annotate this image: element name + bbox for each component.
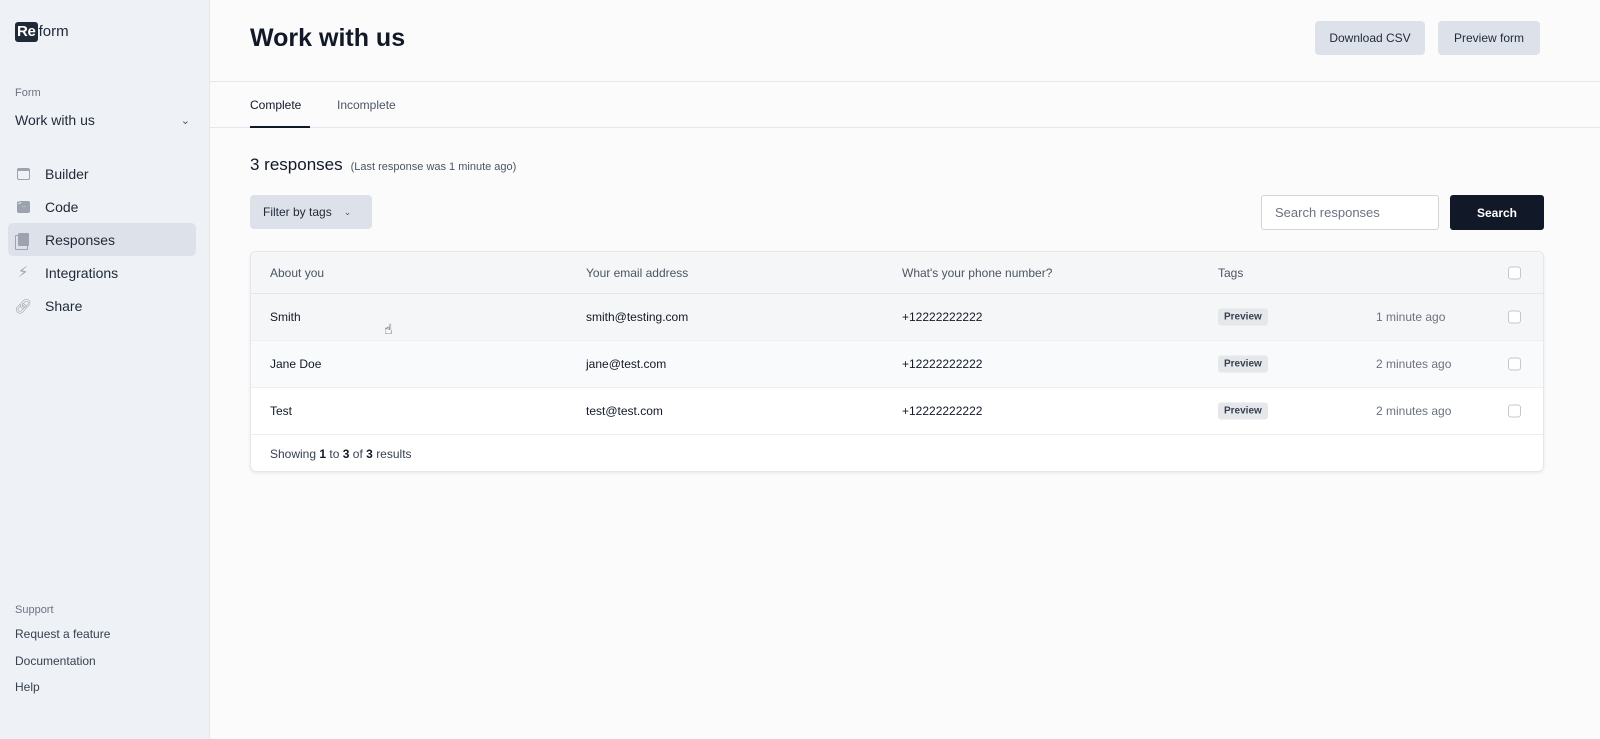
page-title: Work with us — [250, 24, 406, 52]
cell-time: 2 minutes ago — [1376, 404, 1452, 418]
download-csv-button[interactable]: Download CSV — [1315, 21, 1425, 55]
form-label: Form — [15, 87, 41, 99]
logo-text: form — [38, 23, 69, 40]
documentation-link[interactable]: Documentation — [15, 654, 110, 681]
tag-badge: Preview — [1218, 402, 1268, 420]
responses-heading: 3 responses (Last response was 1 minute … — [250, 155, 516, 175]
request-feature-link[interactable]: Request a feature — [15, 627, 110, 654]
last-response-note: (Last response was 1 minute ago) — [350, 161, 517, 173]
sidebar-item-label: Responses — [45, 231, 116, 248]
chevron-down-icon: ⌄ — [343, 206, 352, 217]
sidebar-item-code[interactable]: Code — [8, 190, 196, 223]
sidebar-item-responses[interactable]: Responses — [8, 223, 196, 256]
sidebar-item-integrations[interactable]: ⚡︎ Integrations — [8, 256, 196, 289]
form-selector[interactable]: Work with us ⌄ — [15, 109, 190, 131]
column-header-phone: What's your phone number? — [902, 265, 1053, 280]
filter-label: Filter by tags — [263, 205, 332, 219]
main-content: Work with us Download CSV Preview form C… — [210, 0, 1600, 739]
documents-icon — [14, 233, 30, 250]
cell-about: Jane Doe — [270, 357, 322, 371]
row-checkbox[interactable] — [1508, 404, 1521, 418]
tabs: Complete Incomplete — [210, 82, 1600, 128]
column-header-tags: Tags — [1218, 265, 1244, 280]
filter-by-tags-button[interactable]: Filter by tags ⌄ — [250, 195, 372, 229]
preview-form-button[interactable]: Preview form — [1438, 21, 1540, 55]
sidebar-nav: Builder Code Responses ⚡︎ Integrations 🔗… — [8, 157, 196, 322]
sidebar-item-share[interactable]: 🔗︎ Share — [8, 289, 196, 322]
pagination-summary: Showing 1 to 3 of 3 results — [270, 447, 412, 461]
calendar-icon — [16, 167, 30, 181]
cell-email: test@test.com — [586, 404, 663, 418]
cell-time: 2 minutes ago — [1376, 357, 1452, 371]
sidebar-item-label: Integrations — [45, 264, 119, 281]
terminal-icon — [16, 199, 30, 214]
support-label: Support — [15, 604, 54, 616]
table-footer: Showing 1 to 3 of 3 results — [251, 435, 1543, 471]
form-selector-value: Work with us — [15, 112, 95, 128]
sidebar: Reform Form Work with us ⌄ Builder Code … — [0, 0, 210, 739]
support-links: Request a feature Documentation Help — [15, 627, 110, 707]
logo[interactable]: Re form — [15, 22, 69, 42]
tab-complete[interactable]: Complete — [250, 98, 301, 112]
help-link[interactable]: Help — [15, 680, 110, 707]
cell-phone: +12222222222 — [902, 310, 983, 324]
sidebar-item-label: Builder — [45, 165, 89, 182]
cell-about: Test — [270, 404, 293, 418]
cell-email: jane@test.com — [586, 357, 667, 371]
tab-incomplete[interactable]: Incomplete — [337, 98, 396, 112]
sidebar-item-label: Share — [45, 297, 83, 314]
app: Reform Form Work with us ⌄ Builder Code … — [0, 0, 1600, 739]
link-icon: 🔗︎ — [14, 297, 32, 314]
sidebar-item-label: Code — [45, 198, 79, 215]
table-header: About you Your email address What's your… — [251, 252, 1543, 294]
search-input[interactable] — [1261, 195, 1439, 230]
search-button[interactable]: Search — [1450, 195, 1544, 230]
column-header-about: About you — [270, 265, 325, 280]
responses-count: 3 responses — [250, 155, 343, 174]
bolt-icon: ⚡︎ — [17, 263, 29, 281]
active-tab-indicator — [250, 126, 310, 128]
cell-time: 1 minute ago — [1376, 310, 1446, 324]
row-checkbox[interactable] — [1508, 357, 1521, 371]
select-all-checkbox[interactable] — [1508, 266, 1521, 279]
row-checkbox[interactable] — [1508, 310, 1521, 324]
responses-table: About you Your email address What's your… — [250, 251, 1544, 472]
column-header-email: Your email address — [586, 265, 689, 280]
table-row[interactable]: Test test@test.com +12222222222 Preview … — [251, 388, 1543, 435]
cell-email: smith@testing.com — [586, 310, 689, 324]
sidebar-item-builder[interactable]: Builder — [8, 157, 196, 190]
tag-badge: Preview — [1218, 355, 1268, 373]
cell-phone: +12222222222 — [902, 357, 983, 371]
cell-phone: +12222222222 — [902, 404, 983, 418]
table-row[interactable]: Jane Doe jane@test.com +12222222222 Prev… — [251, 341, 1543, 388]
table-row[interactable]: Smith smith@testing.com +12222222222 Pre… — [251, 294, 1543, 341]
pointer-cursor-icon: ☝︎ — [384, 321, 393, 337]
page-header: Work with us Download CSV Preview form — [210, 0, 1600, 82]
tag-badge: Preview — [1218, 308, 1268, 326]
chevron-down-icon: ⌄ — [180, 114, 190, 127]
logo-mark: Re — [15, 22, 38, 42]
cell-about: Smith — [270, 310, 301, 324]
